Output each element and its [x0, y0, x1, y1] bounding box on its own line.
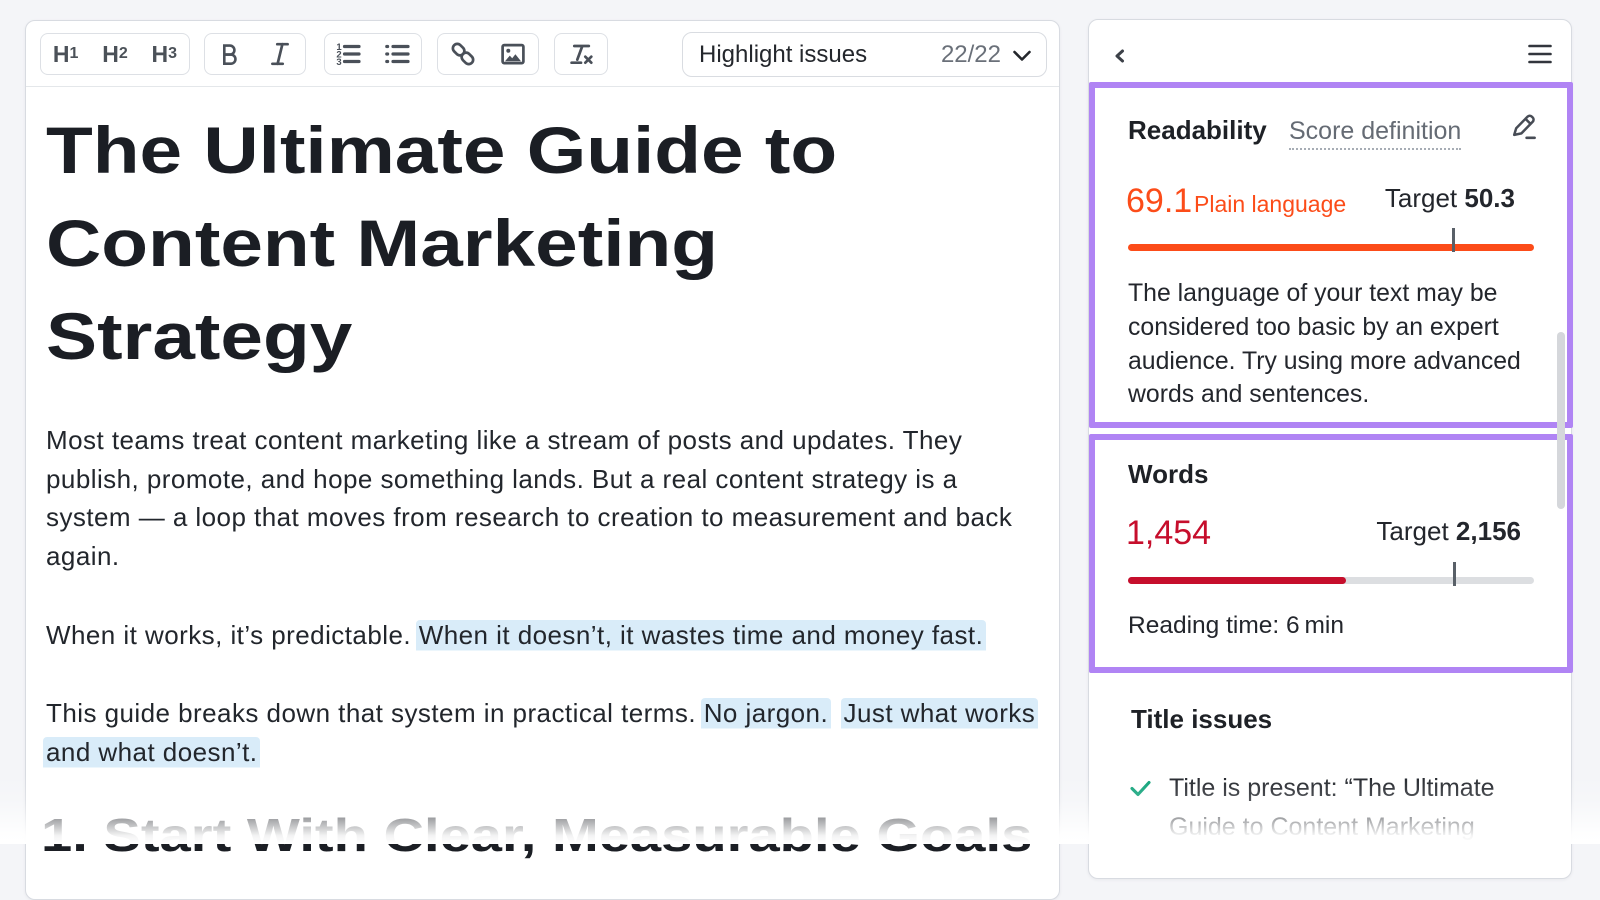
svg-text:3: 3: [336, 57, 341, 67]
